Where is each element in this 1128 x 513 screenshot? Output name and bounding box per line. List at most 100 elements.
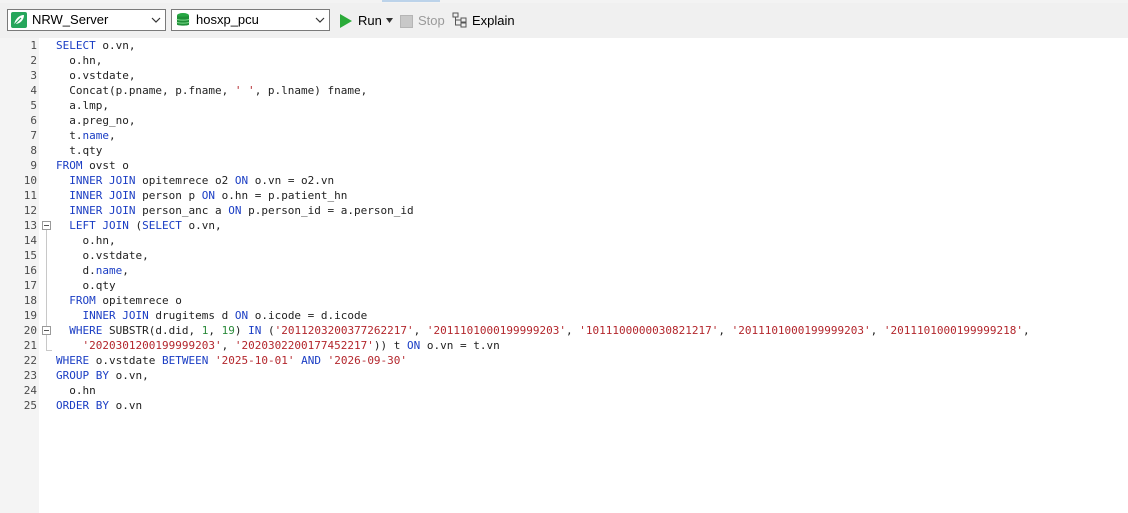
run-button[interactable]: Run — [339, 11, 395, 31]
code-token: name — [95, 264, 123, 277]
run-label: Run — [358, 13, 382, 28]
code-token: ) — [234, 324, 249, 337]
code-line: WHERE o.vstdate BETWEEN '2025-10-01' AND… — [56, 353, 407, 368]
line-number: 25 — [23, 399, 37, 412]
code-token: LEFT JOIN — [69, 219, 129, 232]
code-line: o.hn — [56, 383, 96, 398]
line-number: 15 — [23, 249, 37, 262]
line-number: 11 — [23, 189, 37, 202]
code-token: o.qty — [56, 279, 116, 292]
fold-toggle-icon[interactable] — [42, 326, 51, 335]
code-line: d.name, — [56, 263, 128, 278]
code-token: opitemrece o — [95, 294, 182, 307]
query-toolbar: NRW_Server hosxp_pcu Run Stop Explain — [0, 3, 1128, 39]
code-token: '2011101000199999218' — [883, 324, 1023, 337]
fold-toggle-icon[interactable] — [42, 221, 51, 230]
code-line: INNER JOIN opitemrece o2 ON o.vn = o2.vn — [56, 173, 334, 188]
code-token: '2011101000199999203' — [426, 324, 566, 337]
line-number: 21 — [23, 339, 37, 352]
line-number: 17 — [23, 279, 37, 292]
code-line: o.qty — [56, 278, 116, 293]
code-line: GROUP BY o.vn, — [56, 368, 149, 383]
code-token: o.vstdate, — [56, 69, 136, 82]
code-token: o.vstdate, — [56, 249, 149, 262]
stop-button[interactable]: Stop — [400, 11, 446, 31]
code-token: t. — [56, 129, 83, 142]
code-line: WHERE SUBSTR(d.did, 1, 19) IN ('20112032… — [56, 323, 1030, 338]
code-line: o.vstdate, — [56, 68, 135, 83]
line-number: 12 — [23, 204, 37, 217]
code-token: person p — [135, 189, 202, 202]
active-tab-indicator — [382, 0, 440, 2]
line-number-gutter: 1 2 3 4 5 6 7 8 9 10 11 12 13 14 15 16 17 18 19 20 21 22 23 24 2… — [0, 38, 39, 513]
code-token: , — [109, 129, 116, 142]
code-line: t.name, — [56, 128, 116, 143]
line-number: 20 — [23, 324, 37, 337]
code-line: FROM ovst o — [56, 158, 129, 173]
code-token: BETWEEN — [161, 354, 209, 367]
code-line: INNER JOIN drugitems d ON o.icode = d.ic… — [56, 308, 368, 323]
database-select[interactable]: hosxp_pcu — [171, 9, 330, 31]
code-token: o.vn, — [108, 369, 149, 382]
code-line: Concat(p.pname, p.fname, ' ', p.lname) f… — [56, 83, 367, 98]
line-number: 13 — [23, 219, 37, 232]
chevron-down-icon — [315, 17, 325, 23]
line-number: 14 — [23, 234, 37, 247]
line-number: 18 — [23, 294, 37, 307]
fold-guide — [46, 335, 47, 350]
fold-guide — [46, 230, 47, 326]
code-line: o.vstdate, — [56, 248, 149, 263]
code-token: ( — [128, 219, 143, 232]
code-line: INNER JOIN person_anc a ON p.person_id =… — [56, 203, 413, 218]
line-number: 10 — [23, 174, 37, 187]
database-value: hosxp_pcu — [196, 12, 259, 27]
code-line: FROM opitemrece o — [56, 293, 182, 308]
code-token: o.icode = d.icode — [248, 309, 368, 322]
code-token: name — [82, 129, 110, 142]
line-number: 19 — [23, 309, 37, 322]
line-number: 6 — [30, 114, 37, 127]
play-icon — [340, 14, 352, 28]
code-token: o.hn = p.patient_hn — [214, 189, 348, 202]
code-token: ON — [407, 339, 421, 352]
code-token: INNER JOIN — [82, 309, 149, 322]
line-number: 5 — [30, 99, 37, 112]
code-token: '2026-09-30' — [327, 354, 408, 367]
stop-label: Stop — [418, 13, 445, 28]
code-token: , — [208, 324, 222, 337]
code-token: '2020301200199999203' — [82, 339, 222, 352]
explain-label: Explain — [472, 13, 515, 28]
line-number: 23 — [23, 369, 37, 382]
code-token: ON — [234, 174, 249, 187]
code-token: '2011101000199999203' — [731, 324, 871, 337]
code-token: INNER JOIN — [69, 204, 136, 217]
code-token: WHERE — [69, 324, 103, 337]
connection-select[interactable]: NRW_Server — [7, 9, 166, 31]
code-token: SELECT — [56, 39, 96, 52]
code-token: d. — [56, 264, 96, 277]
code-token: , — [1022, 324, 1030, 337]
line-number: 22 — [23, 354, 37, 367]
line-number: 7 — [30, 129, 37, 142]
run-dropdown-icon[interactable] — [386, 18, 393, 23]
sql-editor[interactable]: 1 2 3 4 5 6 7 8 9 10 11 12 13 14 15 16 17 18 19 20 21 22 23 24 2… — [0, 38, 1128, 513]
code-token: , — [566, 324, 580, 337]
code-token: o.vn = t.vn — [420, 339, 500, 352]
code-token: , — [718, 324, 732, 337]
code-token: FROM — [56, 159, 83, 172]
explain-button[interactable]: Explain — [452, 11, 515, 31]
code-token: o.vn = o2.vn — [248, 174, 335, 187]
code-token: '2020302200177452217' — [234, 339, 374, 352]
code-token: IN — [248, 324, 262, 337]
code-token: )) t — [373, 339, 408, 352]
code-token: person_anc a — [135, 204, 229, 217]
connection-value: NRW_Server — [32, 12, 109, 27]
code-token: , p.lname) fname, — [254, 84, 368, 97]
code-line: LEFT JOIN (SELECT o.vn, — [56, 218, 221, 233]
